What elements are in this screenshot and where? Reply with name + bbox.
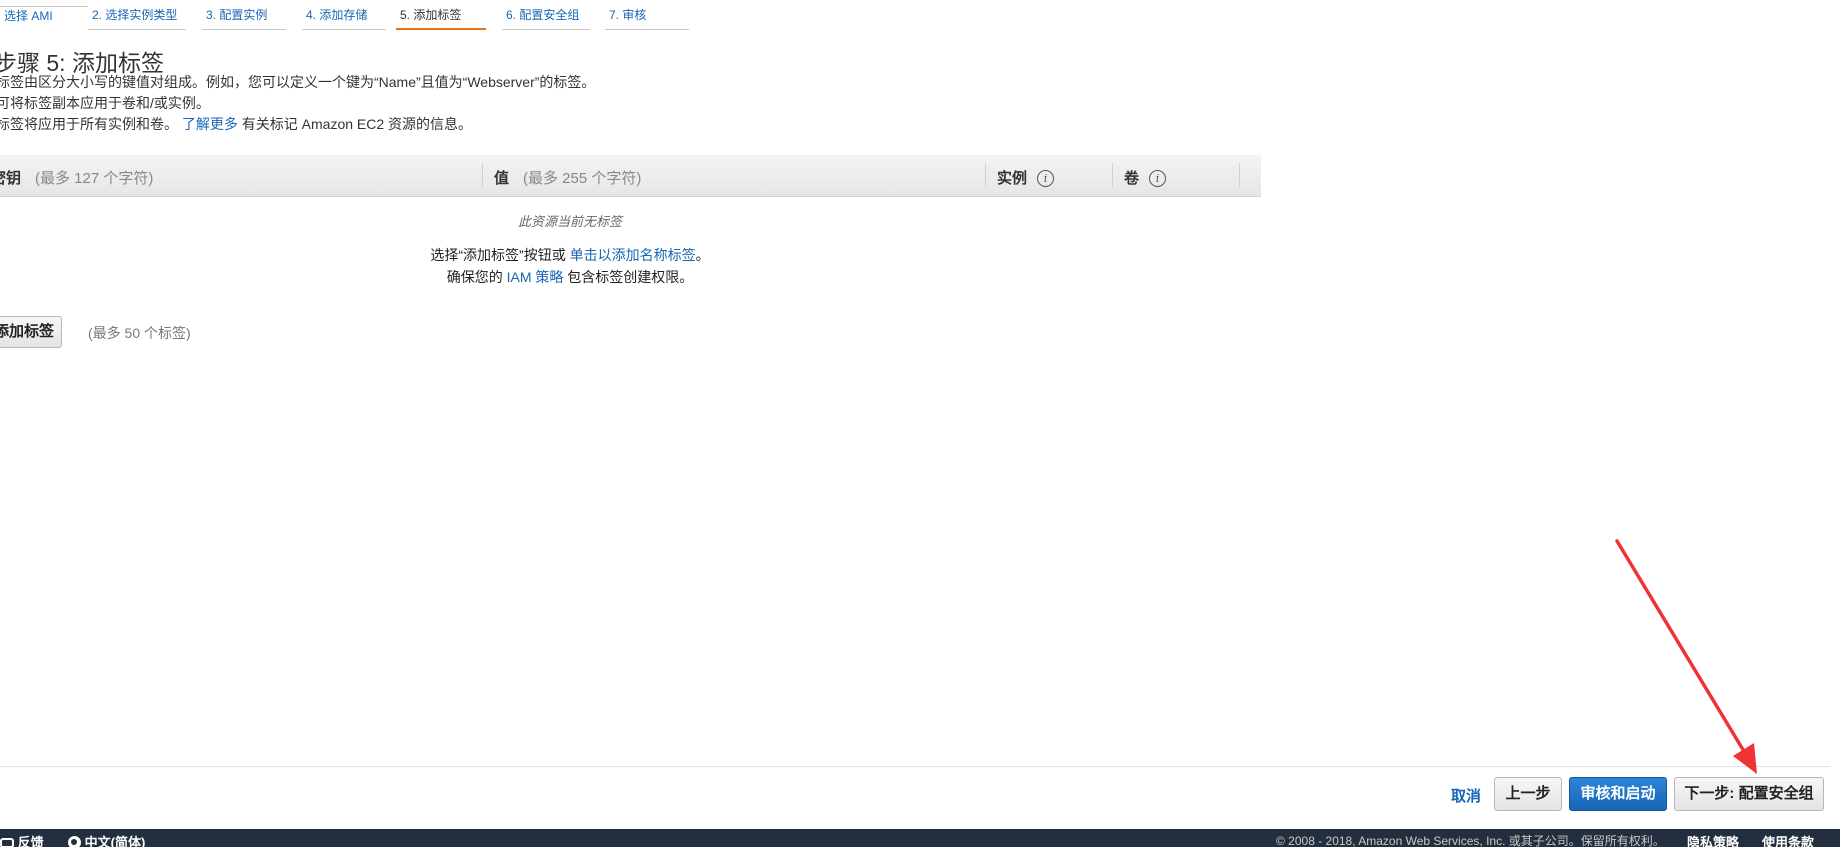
column-volume-label: 卷 [1124,170,1140,187]
language-label: 中文(简体) [84,835,146,850]
add-tag-hint: 选择“添加标签”按钮或 单击以添加名称标签。 [0,245,1140,265]
terms-of-use-link[interactable]: 使用条款 [1762,832,1814,851]
copyright-text: © 2008 - 2018, Amazon Web Services, Inc.… [1276,834,1665,848]
column-divider [482,163,483,187]
hint-text-suffix: 包含标签创建权限。 [567,269,694,285]
add-name-tag-link[interactable]: 单击以添加名称标签 [570,247,696,263]
column-key: 密钥 (最多 127 个字符) [0,167,153,188]
description-line-3: 标签将应用于所有实例和卷。 了解更多 有关标记 Amazon EC2 资源的信息… [0,114,472,134]
iam-policy-link[interactable]: IAM 策略 [507,269,564,285]
step-choose-instance-type[interactable]: 2. 选择实例类型 [88,6,186,30]
globe-icon [68,836,81,849]
review-and-launch-button[interactable]: 审核和启动 [1569,777,1667,811]
cancel-link[interactable]: 取消 [1451,785,1481,806]
step-configure-security-group[interactable]: 6. 配置安全组 [502,6,590,30]
next-configure-security-group-button[interactable]: 下一步: 配置安全组 [1674,777,1824,811]
arrow-shaft [1615,539,1747,755]
tag-limit-hint: (最多 50 个标签) [88,325,191,341]
column-value-hint: (最多 255 个字符) [523,170,642,187]
hint-text: 选择“添加标签”按钮或 [430,247,566,263]
column-divider [1112,163,1113,187]
column-divider [1239,163,1240,187]
column-value-label: 值 [494,170,510,187]
description-line-2: 可将标签副本应用于卷和/或实例。 [0,95,210,111]
info-icon[interactable]: i [1149,170,1167,187]
step-configure-instance[interactable]: 3. 配置实例 [202,6,286,30]
footer-divider [0,766,1830,767]
no-tags-note: 此资源当前无标签 [517,214,622,229]
hint-text-suffix: 。 [695,247,710,263]
language-selector[interactable]: 中文(简体) [68,832,145,851]
column-key-hint: (最多 127 个字符) [35,170,154,187]
learn-more-link[interactable]: 了解更多 [182,116,238,132]
info-icon[interactable]: i [1037,170,1055,187]
arrow-head [1733,743,1757,774]
feedback-label: 反馈 [17,835,44,850]
hint-text: 确保您的 [446,269,503,285]
description-line-1: 标签由区分大小写的键值对组成。例如，您可以定义一个键为“Name”且值为“Web… [0,74,596,90]
column-volume: 卷i [1124,167,1167,188]
step-add-tags[interactable]: 5. 添加标签 [396,6,486,30]
step-add-storage[interactable]: 4. 添加存储 [302,6,386,30]
bottom-bar: 反馈 中文(简体) © 2008 - 2018, Amazon Web Serv… [0,829,1840,850]
column-instance-label: 实例 [997,170,1028,187]
column-key-label: 密钥 [0,170,22,187]
description-text: 标签将应用于所有实例和卷。 [0,116,178,132]
column-value: 值 (最多 255 个字符) [494,167,641,188]
tags-table-header: 密钥(最多 127 个字符) 值(最多 255 个字符) 实例i 卷i [0,155,1261,197]
description-text-suffix: 有关标记 Amazon EC2 资源的信息。 [241,116,473,132]
previous-button[interactable]: 上一步 [1494,777,1562,811]
column-instance: 实例 i [997,167,1055,188]
column-divider [985,163,986,187]
feedback-link[interactable]: 反馈 [0,832,44,851]
privacy-policy-link[interactable]: 隐私策略 [1687,832,1739,851]
step-review[interactable]: 7. 审核 [605,6,689,30]
step-choose-ami[interactable]: 选择 AMI [0,6,88,30]
add-tag-button[interactable]: 添加标签 [0,316,62,348]
iam-policy-hint: 确保您的 IAM 策略 包含标签创建权限。 [0,267,1140,287]
